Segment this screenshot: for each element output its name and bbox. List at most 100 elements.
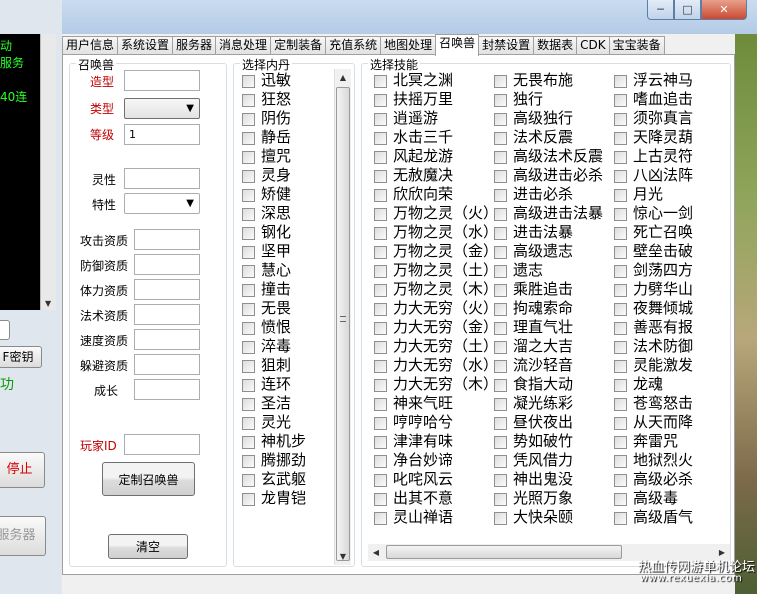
checkbox[interactable] — [494, 341, 507, 354]
checkbox[interactable] — [242, 360, 255, 373]
key-button[interactable]: F密钥 — [0, 346, 42, 368]
checkbox[interactable] — [614, 455, 627, 468]
checkbox[interactable] — [494, 265, 507, 278]
custom-summon-button[interactable]: 定制召唤兽 — [102, 462, 195, 496]
checkbox[interactable] — [494, 227, 507, 240]
checkbox[interactable] — [494, 493, 507, 506]
checkbox[interactable] — [614, 360, 627, 373]
checkbox[interactable] — [374, 151, 387, 164]
checkbox[interactable] — [242, 151, 255, 164]
checkbox[interactable] — [374, 303, 387, 316]
checkbox[interactable] — [494, 94, 507, 107]
checkbox[interactable] — [374, 493, 387, 506]
type-select[interactable]: ▼ — [124, 98, 200, 119]
tab-server[interactable]: 服务器 — [172, 36, 217, 55]
checkbox[interactable] — [374, 284, 387, 297]
checkbox[interactable] — [374, 436, 387, 449]
checkbox[interactable] — [374, 189, 387, 202]
checkbox[interactable] — [494, 151, 507, 164]
checkbox[interactable] — [242, 303, 255, 316]
checkbox[interactable] — [494, 322, 507, 335]
checkbox[interactable] — [374, 474, 387, 487]
checkbox[interactable] — [614, 322, 627, 335]
scroll-down-icon[interactable]: ▼ — [45, 299, 51, 308]
checkbox[interactable] — [494, 474, 507, 487]
tab-recharge[interactable]: 充值系统 — [325, 36, 382, 55]
checkbox[interactable] — [614, 132, 627, 145]
checkbox[interactable] — [242, 265, 255, 278]
checkbox[interactable] — [242, 227, 255, 240]
checkbox[interactable] — [494, 417, 507, 430]
checkbox[interactable] — [374, 170, 387, 183]
checkbox[interactable] — [614, 379, 627, 392]
checkbox[interactable] — [242, 379, 255, 392]
trait-select[interactable]: ▼ — [124, 193, 200, 214]
tab-data-table[interactable]: 数据表 — [533, 36, 578, 55]
checkbox[interactable] — [374, 94, 387, 107]
checkbox[interactable] — [614, 512, 627, 525]
tab-messages[interactable]: 消息处理 — [215, 36, 272, 55]
checkbox[interactable] — [614, 265, 627, 278]
checkbox[interactable] — [374, 360, 387, 373]
checkbox[interactable] — [494, 379, 507, 392]
checkbox[interactable] — [614, 474, 627, 487]
spirit-field[interactable] — [124, 168, 200, 189]
checkbox[interactable] — [242, 94, 255, 107]
checkbox[interactable] — [374, 322, 387, 335]
clear-button[interactable]: 清空 — [108, 534, 188, 559]
checkbox[interactable] — [374, 379, 387, 392]
checkbox[interactable] — [374, 246, 387, 259]
checkbox[interactable] — [614, 113, 627, 126]
checkbox[interactable] — [242, 132, 255, 145]
level-field[interactable]: 1 — [124, 124, 200, 145]
tab-cdk[interactable]: CDK — [576, 36, 610, 55]
server-button[interactable]: 服务器 — [0, 516, 46, 556]
checkbox[interactable] — [242, 189, 255, 202]
checkbox[interactable] — [374, 512, 387, 525]
checkbox[interactable] — [494, 75, 507, 88]
checkbox[interactable] — [494, 189, 507, 202]
speed-field[interactable] — [134, 329, 200, 350]
checkbox[interactable] — [242, 474, 255, 487]
neidan-scrollbar[interactable]: ▲ ▼ — [334, 69, 351, 565]
checkbox[interactable] — [374, 417, 387, 430]
checkbox[interactable] — [374, 208, 387, 221]
scroll-thumb[interactable] — [336, 87, 350, 561]
console-scrollbar[interactable]: ▼ — [40, 34, 56, 310]
checkbox[interactable] — [614, 417, 627, 430]
magic-field[interactable] — [134, 304, 200, 325]
checkbox[interactable] — [614, 398, 627, 411]
checkbox[interactable] — [374, 341, 387, 354]
checkbox[interactable] — [494, 246, 507, 259]
checkbox[interactable] — [374, 113, 387, 126]
checkbox[interactable] — [242, 455, 255, 468]
checkbox[interactable] — [242, 436, 255, 449]
checkbox[interactable] — [374, 75, 387, 88]
growth-field[interactable] — [134, 379, 200, 400]
checkbox[interactable] — [614, 436, 627, 449]
checkbox[interactable] — [614, 151, 627, 164]
close-icon[interactable]: ✕ — [701, 0, 747, 20]
attack-field[interactable] — [134, 229, 200, 250]
left-input[interactable] — [0, 320, 10, 340]
checkbox[interactable] — [614, 246, 627, 259]
checkbox[interactable] — [494, 436, 507, 449]
checkbox[interactable] — [614, 189, 627, 202]
checkbox[interactable] — [494, 208, 507, 221]
checkbox[interactable] — [374, 455, 387, 468]
dodge-field[interactable] — [134, 354, 200, 375]
checkbox[interactable] — [242, 398, 255, 411]
checkbox[interactable] — [374, 227, 387, 240]
checkbox[interactable] — [494, 455, 507, 468]
checkbox[interactable] — [614, 170, 627, 183]
checkbox[interactable] — [242, 493, 255, 506]
checkbox[interactable] — [494, 398, 507, 411]
stamina-field[interactable] — [134, 279, 200, 300]
defense-field[interactable] — [134, 254, 200, 275]
tab-map[interactable]: 地图处理 — [380, 36, 437, 55]
checkbox[interactable] — [242, 113, 255, 126]
checkbox[interactable] — [242, 322, 255, 335]
tab-ban-settings[interactable]: 封禁设置 — [478, 36, 535, 55]
tab-summon[interactable]: 召唤兽 — [435, 34, 480, 56]
model-field[interactable] — [124, 70, 200, 91]
